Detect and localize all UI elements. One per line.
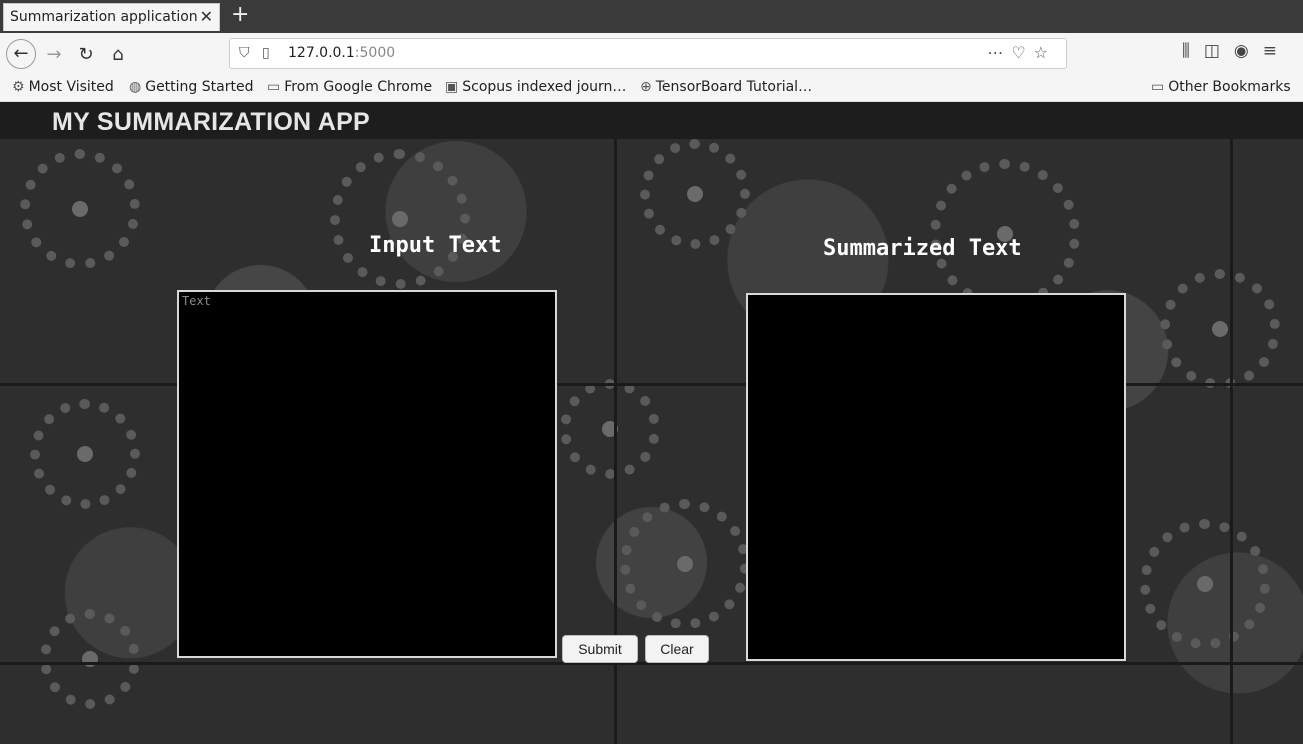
- home-button[interactable]: ⌂: [104, 41, 132, 69]
- summary-output-textarea[interactable]: [746, 293, 1126, 661]
- firefox-icon: ◍: [129, 79, 142, 95]
- app-title: MY SUMMARIZATION APP: [52, 108, 371, 136]
- menu-icon[interactable]: ≡: [1263, 41, 1291, 61]
- pocket-icon[interactable]: ♡: [1011, 43, 1033, 62]
- clear-button[interactable]: Clear: [645, 635, 709, 663]
- more-icon[interactable]: ⋯: [987, 43, 1011, 62]
- globe-icon: ⊕: [640, 79, 652, 95]
- navigation-bar: ← → ↻ ⌂ ⛉ ▯ 127.0.0.1:5000 ⋯♡☆ ⫼◫◉≡: [0, 33, 1303, 75]
- summarized-text-heading: Summarized Text: [823, 236, 1022, 261]
- bookmark-scopus[interactable]: ▣ Scopus indexed journ…: [445, 79, 626, 95]
- gear-decoration: [330, 149, 470, 289]
- gear-decoration: [620, 499, 750, 629]
- gear-decoration: [1140, 519, 1270, 649]
- tab-bar: Summarization application ✕ +: [0, 0, 1303, 33]
- bookmark-label: TensorBoard Tutorial…: [655, 79, 813, 95]
- gear-decoration: [640, 139, 750, 249]
- bookmark-most-visited[interactable]: ⚙ Most Visited: [12, 79, 114, 95]
- close-tab-icon[interactable]: ✕: [200, 7, 213, 26]
- gear-decoration: [1160, 269, 1280, 389]
- bookmark-label: Other Bookmarks: [1168, 79, 1291, 95]
- bookmarks-bar: ⚙ Most Visited ◍ Getting Started ▭ From Goo…: [0, 75, 1303, 102]
- url-port: :5000: [354, 45, 396, 61]
- bookmark-label: Scopus indexed journ…: [462, 79, 627, 95]
- gear-decoration: [30, 399, 140, 509]
- bookmark-from-google-chrome[interactable]: ▭ From Google Chrome: [267, 79, 432, 95]
- bookmark-label: From Google Chrome: [284, 79, 433, 95]
- gear-decoration: [930, 159, 1080, 309]
- forward-button[interactable]: →: [40, 41, 68, 69]
- folder-icon: ▭: [267, 79, 281, 95]
- page-info-icon[interactable]: ▯: [262, 45, 270, 61]
- tab-title: Summarization application: [10, 9, 198, 25]
- url-actions: ⋯♡☆: [987, 43, 1056, 62]
- input-text-heading: Input Text: [369, 233, 502, 258]
- browser-tab[interactable]: Summarization application ✕: [3, 3, 220, 31]
- bookmark-label: Getting Started: [145, 79, 254, 95]
- submit-button[interactable]: Submit: [562, 635, 638, 663]
- account-icon[interactable]: ◉: [1234, 41, 1263, 61]
- library-icon[interactable]: ⫼: [1182, 41, 1204, 61]
- bookmark-star-icon[interactable]: ☆: [1034, 43, 1056, 62]
- gear-decoration: [560, 379, 660, 479]
- bookmark-label: Most Visited: [28, 79, 114, 95]
- url-bar[interactable]: ⛉ ▯ 127.0.0.1:5000 ⋯♡☆: [229, 38, 1067, 69]
- gear-decoration: [40, 609, 140, 709]
- url-host: 127.0.0.1: [288, 45, 355, 61]
- app-header: MY SUMMARIZATION APP: [0, 102, 1303, 139]
- page-icon: ▣: [445, 79, 459, 95]
- reload-button[interactable]: ↻: [72, 41, 100, 69]
- sidebar-icon[interactable]: ◫: [1204, 41, 1234, 61]
- toolbar-icons: ⫼◫◉≡: [1182, 41, 1291, 61]
- bookmark-tensorboard[interactable]: ⊕ TensorBoard Tutorial…: [640, 79, 812, 95]
- folder-icon: ▭: [1151, 79, 1165, 95]
- panel-seam: [1230, 139, 1233, 744]
- gear-decoration: [20, 149, 140, 269]
- bookmark-other-bookmarks[interactable]: ▭ Other Bookmarks: [1151, 79, 1291, 95]
- web-page: MY SUMMARIZATION APP Input Text Summariz…: [0, 102, 1303, 744]
- url-text[interactable]: 127.0.0.1:5000: [288, 45, 395, 61]
- gear-icon: ⚙: [12, 79, 25, 95]
- bookmark-getting-started[interactable]: ◍ Getting Started: [129, 79, 253, 95]
- shield-icon[interactable]: ⛉: [239, 45, 250, 61]
- back-button[interactable]: ←: [6, 39, 36, 69]
- input-textarea[interactable]: [177, 290, 557, 658]
- new-tab-button[interactable]: +: [231, 3, 249, 27]
